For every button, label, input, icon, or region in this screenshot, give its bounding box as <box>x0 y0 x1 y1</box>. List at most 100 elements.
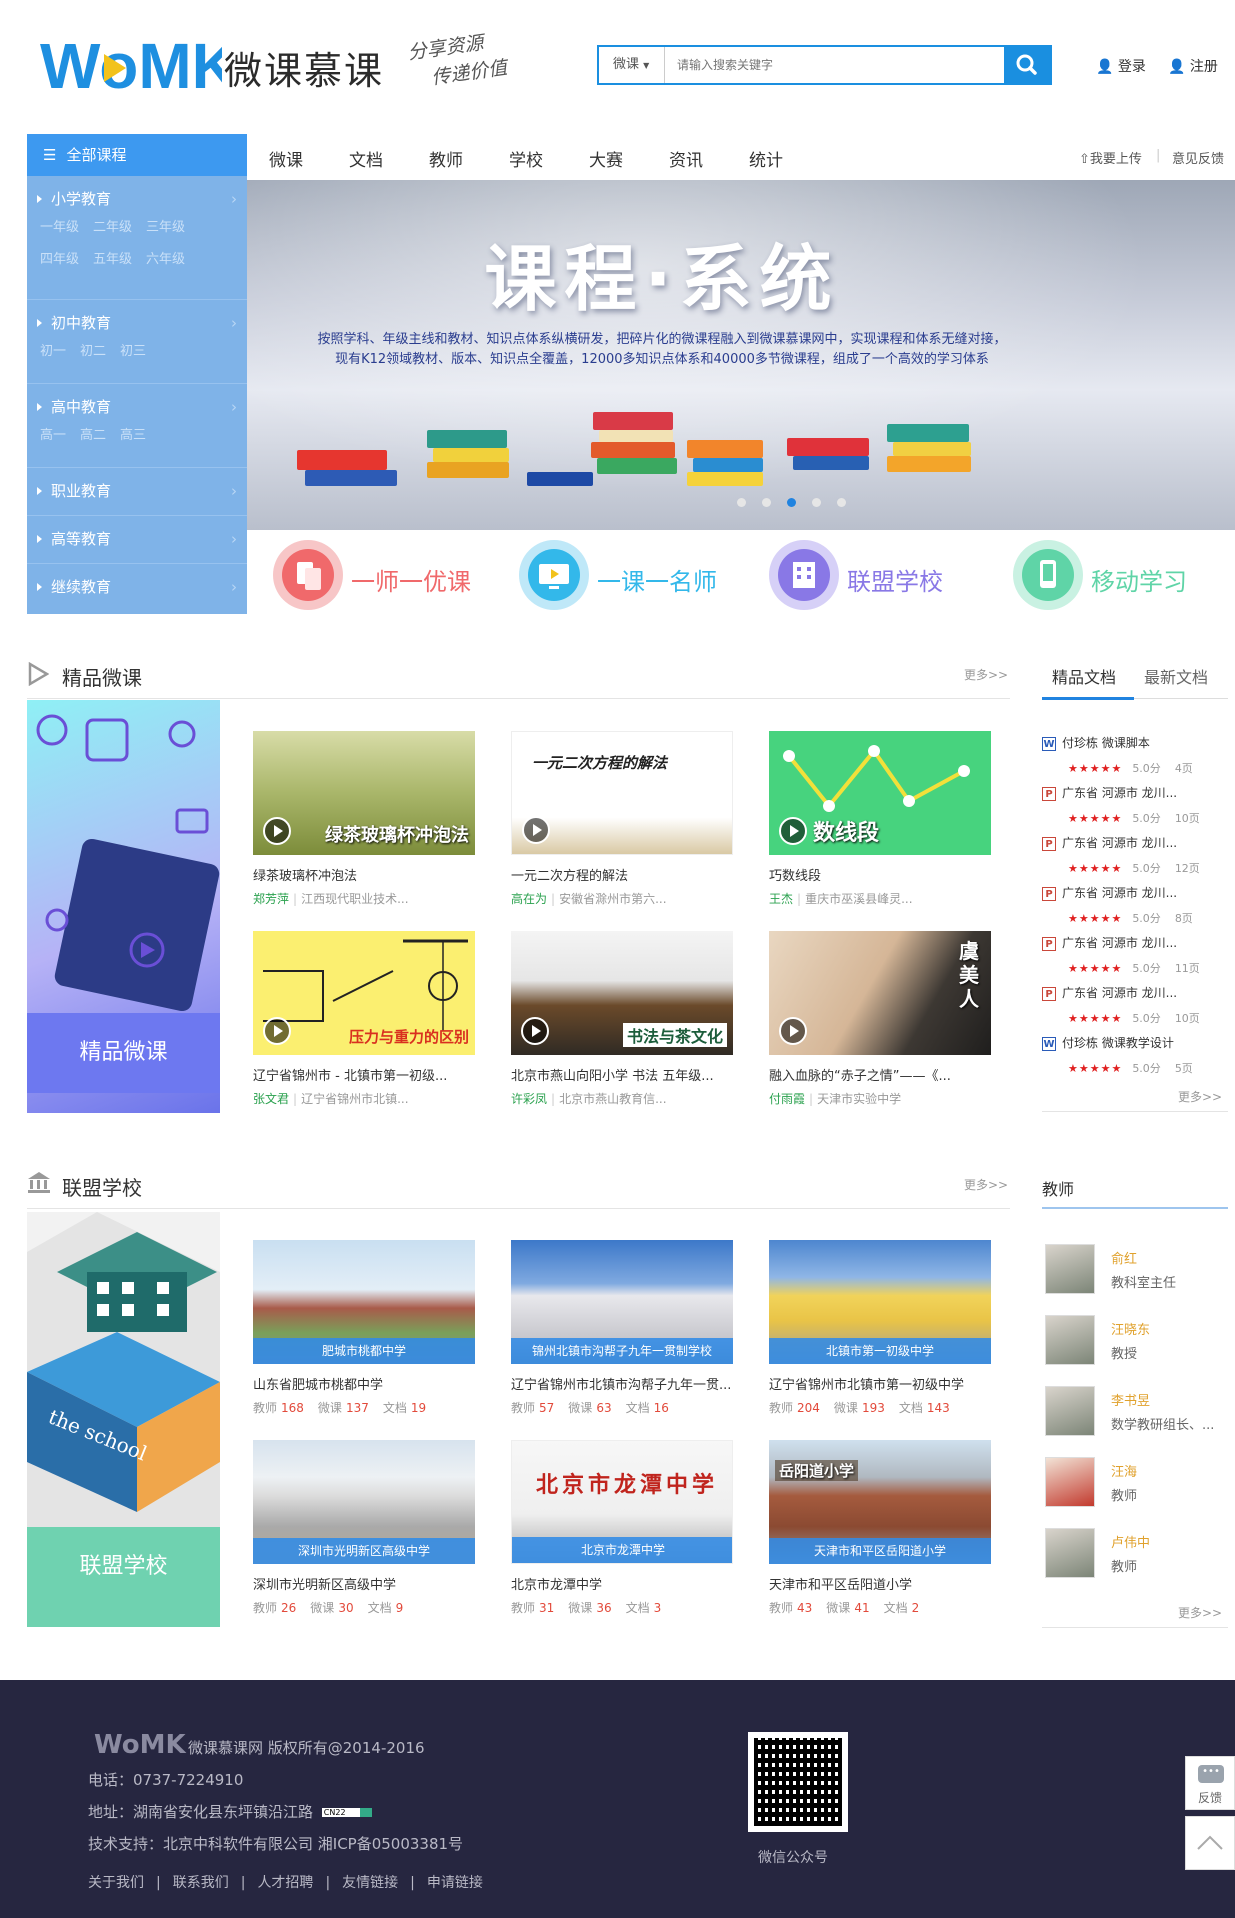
doc-item[interactable]: P 广东省 河源市 龙川... <box>1042 884 1232 901</box>
teacher-name[interactable]: 汪晓东 <box>1111 1319 1150 1338</box>
nav-news[interactable]: 资讯 <box>669 146 703 171</box>
doc-item[interactable]: P 广东省 河源市 龙川... <box>1042 934 1232 951</box>
school-card[interactable]: 北镇市第一初级中学 辽宁省锦州市北镇市第一初级中学 教师 204 微课 193 文档 14… <box>769 1240 991 1416</box>
course-title[interactable]: 一元二次方程的解法 <box>511 865 733 884</box>
course-title[interactable]: 融入血脉的“赤子之情”——《... <box>769 1065 991 1084</box>
course-author[interactable]: 张文君 <box>253 1092 289 1106</box>
menu-sub-grade5[interactable]: 五年级 <box>93 252 132 267</box>
school-name[interactable]: 北京市龙潭中学 <box>511 1574 733 1593</box>
banner-dot-active[interactable] <box>787 498 796 507</box>
menu-sub-grade6[interactable]: 六年级 <box>146 252 185 267</box>
course-title[interactable]: 巧数线段 <box>769 865 991 884</box>
school-name[interactable]: 天津市和平区岳阳道小学 <box>769 1574 991 1593</box>
banner-dot[interactable] <box>837 498 846 507</box>
feature-mobile[interactable]: 移动学习 <box>1013 540 1223 610</box>
doc-title[interactable]: 广东省 河源市 龙川... <box>1062 786 1177 800</box>
nav-docs[interactable]: 文档 <box>349 146 383 171</box>
hero-banner[interactable]: 课程·系统 按照学科、年级主线和教材、知识点体系纵横研发，把碎片化的微课程融入到… <box>247 180 1235 530</box>
menu-sub-senior1[interactable]: 高一 <box>40 428 66 443</box>
micro-more-link[interactable]: 更多>> <box>964 666 1008 683</box>
school-card[interactable]: 锦州北镇市沟帮子九年一贯制学校 辽宁省锦州市北镇市沟帮子九年一贯... 教师 57… <box>511 1240 733 1416</box>
course-card[interactable]: 压力与重力的区别 辽宁省锦州市 - 北镇市第一初级... 张文君 | 辽宁省锦州市北… <box>253 931 475 1107</box>
menu-category-senior[interactable]: 高中教育 <box>37 394 247 420</box>
teacher-item[interactable]: 卢伟中 教师 <box>1045 1528 1235 1588</box>
doc-item[interactable]: P 广东省 河源市 龙川... <box>1042 984 1232 1001</box>
search-input[interactable] <box>669 47 979 83</box>
login-link[interactable]: 👤 登录 <box>1096 56 1146 76</box>
menu-sub-senior3[interactable]: 高三 <box>120 428 146 443</box>
menu-category-higher[interactable]: 高等教育 <box>37 526 247 552</box>
course-card[interactable]: 绿茶玻璃杯冲泡法 绿茶玻璃杯冲泡法 郑芳萍 | 江西现代职业技术... <box>253 731 475 907</box>
course-author[interactable]: 王杰 <box>769 892 793 906</box>
school-name[interactable]: 山东省肥城市桃都中学 <box>253 1374 475 1393</box>
menu-category-primary[interactable]: 小学教育 <box>37 186 247 212</box>
teacher-item[interactable]: 汪晓东 教授 <box>1045 1315 1235 1375</box>
school-card[interactable]: 北京市龙潭中学 北京市龙潭中学 北京市龙潭中学 教师 31 微课 36 文档 3 <box>511 1440 733 1616</box>
nav-teachers[interactable]: 教师 <box>429 146 463 171</box>
schools-more-link[interactable]: 更多>> <box>964 1176 1008 1193</box>
menu-sub-grade1[interactable]: 一年级 <box>40 220 79 235</box>
menu-sub-grade2[interactable]: 二年级 <box>93 220 132 235</box>
teacher-name[interactable]: 李书昱 <box>1111 1390 1150 1409</box>
course-author[interactable]: 许彩凤 <box>511 1092 547 1106</box>
teacher-name[interactable]: 汪海 <box>1111 1461 1137 1480</box>
school-card[interactable]: 深圳市光明新区高级中学 深圳市光明新区高级中学 教师 26 微课 30 文档 9 <box>253 1440 475 1616</box>
course-card[interactable]: 一元二次方程的解法 一元二次方程的解法 高在为 | 安徽省滁州市第六... <box>511 731 733 907</box>
course-author[interactable]: 高在为 <box>511 892 547 906</box>
banner-dot[interactable] <box>812 498 821 507</box>
course-title[interactable]: 绿茶玻璃杯冲泡法 <box>253 865 475 884</box>
course-title[interactable]: 北京市燕山向阳小学 书法 五年级... <box>511 1065 733 1084</box>
feature-one-course[interactable]: 一课一名师 <box>519 540 729 610</box>
footer-link-jobs[interactable]: 人才招聘 <box>257 1875 313 1891</box>
footer-link-about[interactable]: 关于我们 <box>88 1875 144 1891</box>
doc-title[interactable]: 付珍栋 微课脚本 <box>1062 736 1150 750</box>
tab-latest-docs[interactable]: 最新文档 <box>1144 664 1208 688</box>
site-logo[interactable]: WoMK <box>38 30 222 98</box>
school-name[interactable]: 辽宁省锦州市北镇市沟帮子九年一贯... <box>511 1374 733 1393</box>
feedback-link[interactable]: 意见反馈 <box>1172 148 1224 167</box>
register-link[interactable]: 👤 注册 <box>1168 56 1218 76</box>
doc-title[interactable]: 广东省 河源市 龙川... <box>1062 986 1177 1000</box>
menu-sub-senior2[interactable]: 高二 <box>80 428 106 443</box>
teacher-name[interactable]: 卢伟中 <box>1111 1532 1150 1551</box>
docs-more-link[interactable]: 更多>> <box>1178 1088 1222 1105</box>
doc-title[interactable]: 付珍栋 微课教学设计 <box>1062 1036 1174 1050</box>
doc-item[interactable]: W 付珍栋 微课脚本 <box>1042 734 1232 751</box>
feature-one-teacher[interactable]: 一师一优课 <box>273 540 483 610</box>
menu-sub-junior2[interactable]: 初二 <box>80 344 106 359</box>
doc-item[interactable]: P 广东省 河源市 龙川... <box>1042 834 1232 851</box>
micro-promo-panel[interactable]: 精品微课 <box>27 700 220 1113</box>
teacher-item[interactable]: 汪海 教师 <box>1045 1457 1235 1517</box>
upload-link[interactable]: ⇧我要上传 <box>1079 148 1142 167</box>
school-promo-panel[interactable]: the school 联盟学校 <box>27 1212 220 1627</box>
teacher-item[interactable]: 俞红 教科室主任 <box>1045 1244 1235 1304</box>
doc-item[interactable]: W 付珍栋 微课教学设计 <box>1042 1034 1232 1051</box>
teacher-name[interactable]: 俞红 <box>1111 1248 1137 1267</box>
back-to-top-button[interactable] <box>1185 1816 1235 1870</box>
menu-sub-junior1[interactable]: 初一 <box>40 344 66 359</box>
school-name[interactable]: 深圳市光明新区高级中学 <box>253 1574 475 1593</box>
menu-category-vocational[interactable]: 职业教育 <box>37 478 247 504</box>
search-button[interactable] <box>1004 47 1050 83</box>
menu-sub-grade4[interactable]: 四年级 <box>40 252 79 267</box>
teachers-more-link[interactable]: 更多>> <box>1178 1604 1222 1621</box>
floating-feedback-button[interactable]: ••• 反馈 <box>1185 1756 1235 1810</box>
footer-link-contact[interactable]: 联系我们 <box>173 1875 229 1891</box>
teacher-item[interactable]: 李书昱 数学教研组长、... <box>1045 1386 1235 1446</box>
school-name[interactable]: 辽宁省锦州市北镇市第一初级中学 <box>769 1374 991 1393</box>
doc-title[interactable]: 广东省 河源市 龙川... <box>1062 886 1177 900</box>
footer-link-apply[interactable]: 申请链接 <box>427 1875 483 1891</box>
menu-category-junior[interactable]: 初中教育 <box>37 310 247 336</box>
course-title[interactable]: 辽宁省锦州市 - 北镇市第一初级... <box>253 1065 475 1084</box>
nav-micro[interactable]: 微课 <box>269 146 303 171</box>
nav-contest[interactable]: 大赛 <box>589 146 623 171</box>
doc-title[interactable]: 广东省 河源市 龙川... <box>1062 836 1177 850</box>
menu-sub-junior3[interactable]: 初三 <box>120 344 146 359</box>
search-scope-select[interactable]: 微课 ▼ <box>599 47 665 83</box>
school-card[interactable]: 肥城市桃都中学 山东省肥城市桃都中学 教师 168 微课 137 文档 19 <box>253 1240 475 1416</box>
nav-schools[interactable]: 学校 <box>509 146 543 171</box>
banner-dot[interactable] <box>737 498 746 507</box>
course-card[interactable]: 虞美人 融入血脉的“赤子之情”——《... 付雨霞 | 天津市实验中学 <box>769 931 991 1107</box>
feature-alliance-school[interactable]: 联盟学校 <box>769 540 979 610</box>
menu-category-continuing[interactable]: 继续教育 <box>37 574 247 600</box>
